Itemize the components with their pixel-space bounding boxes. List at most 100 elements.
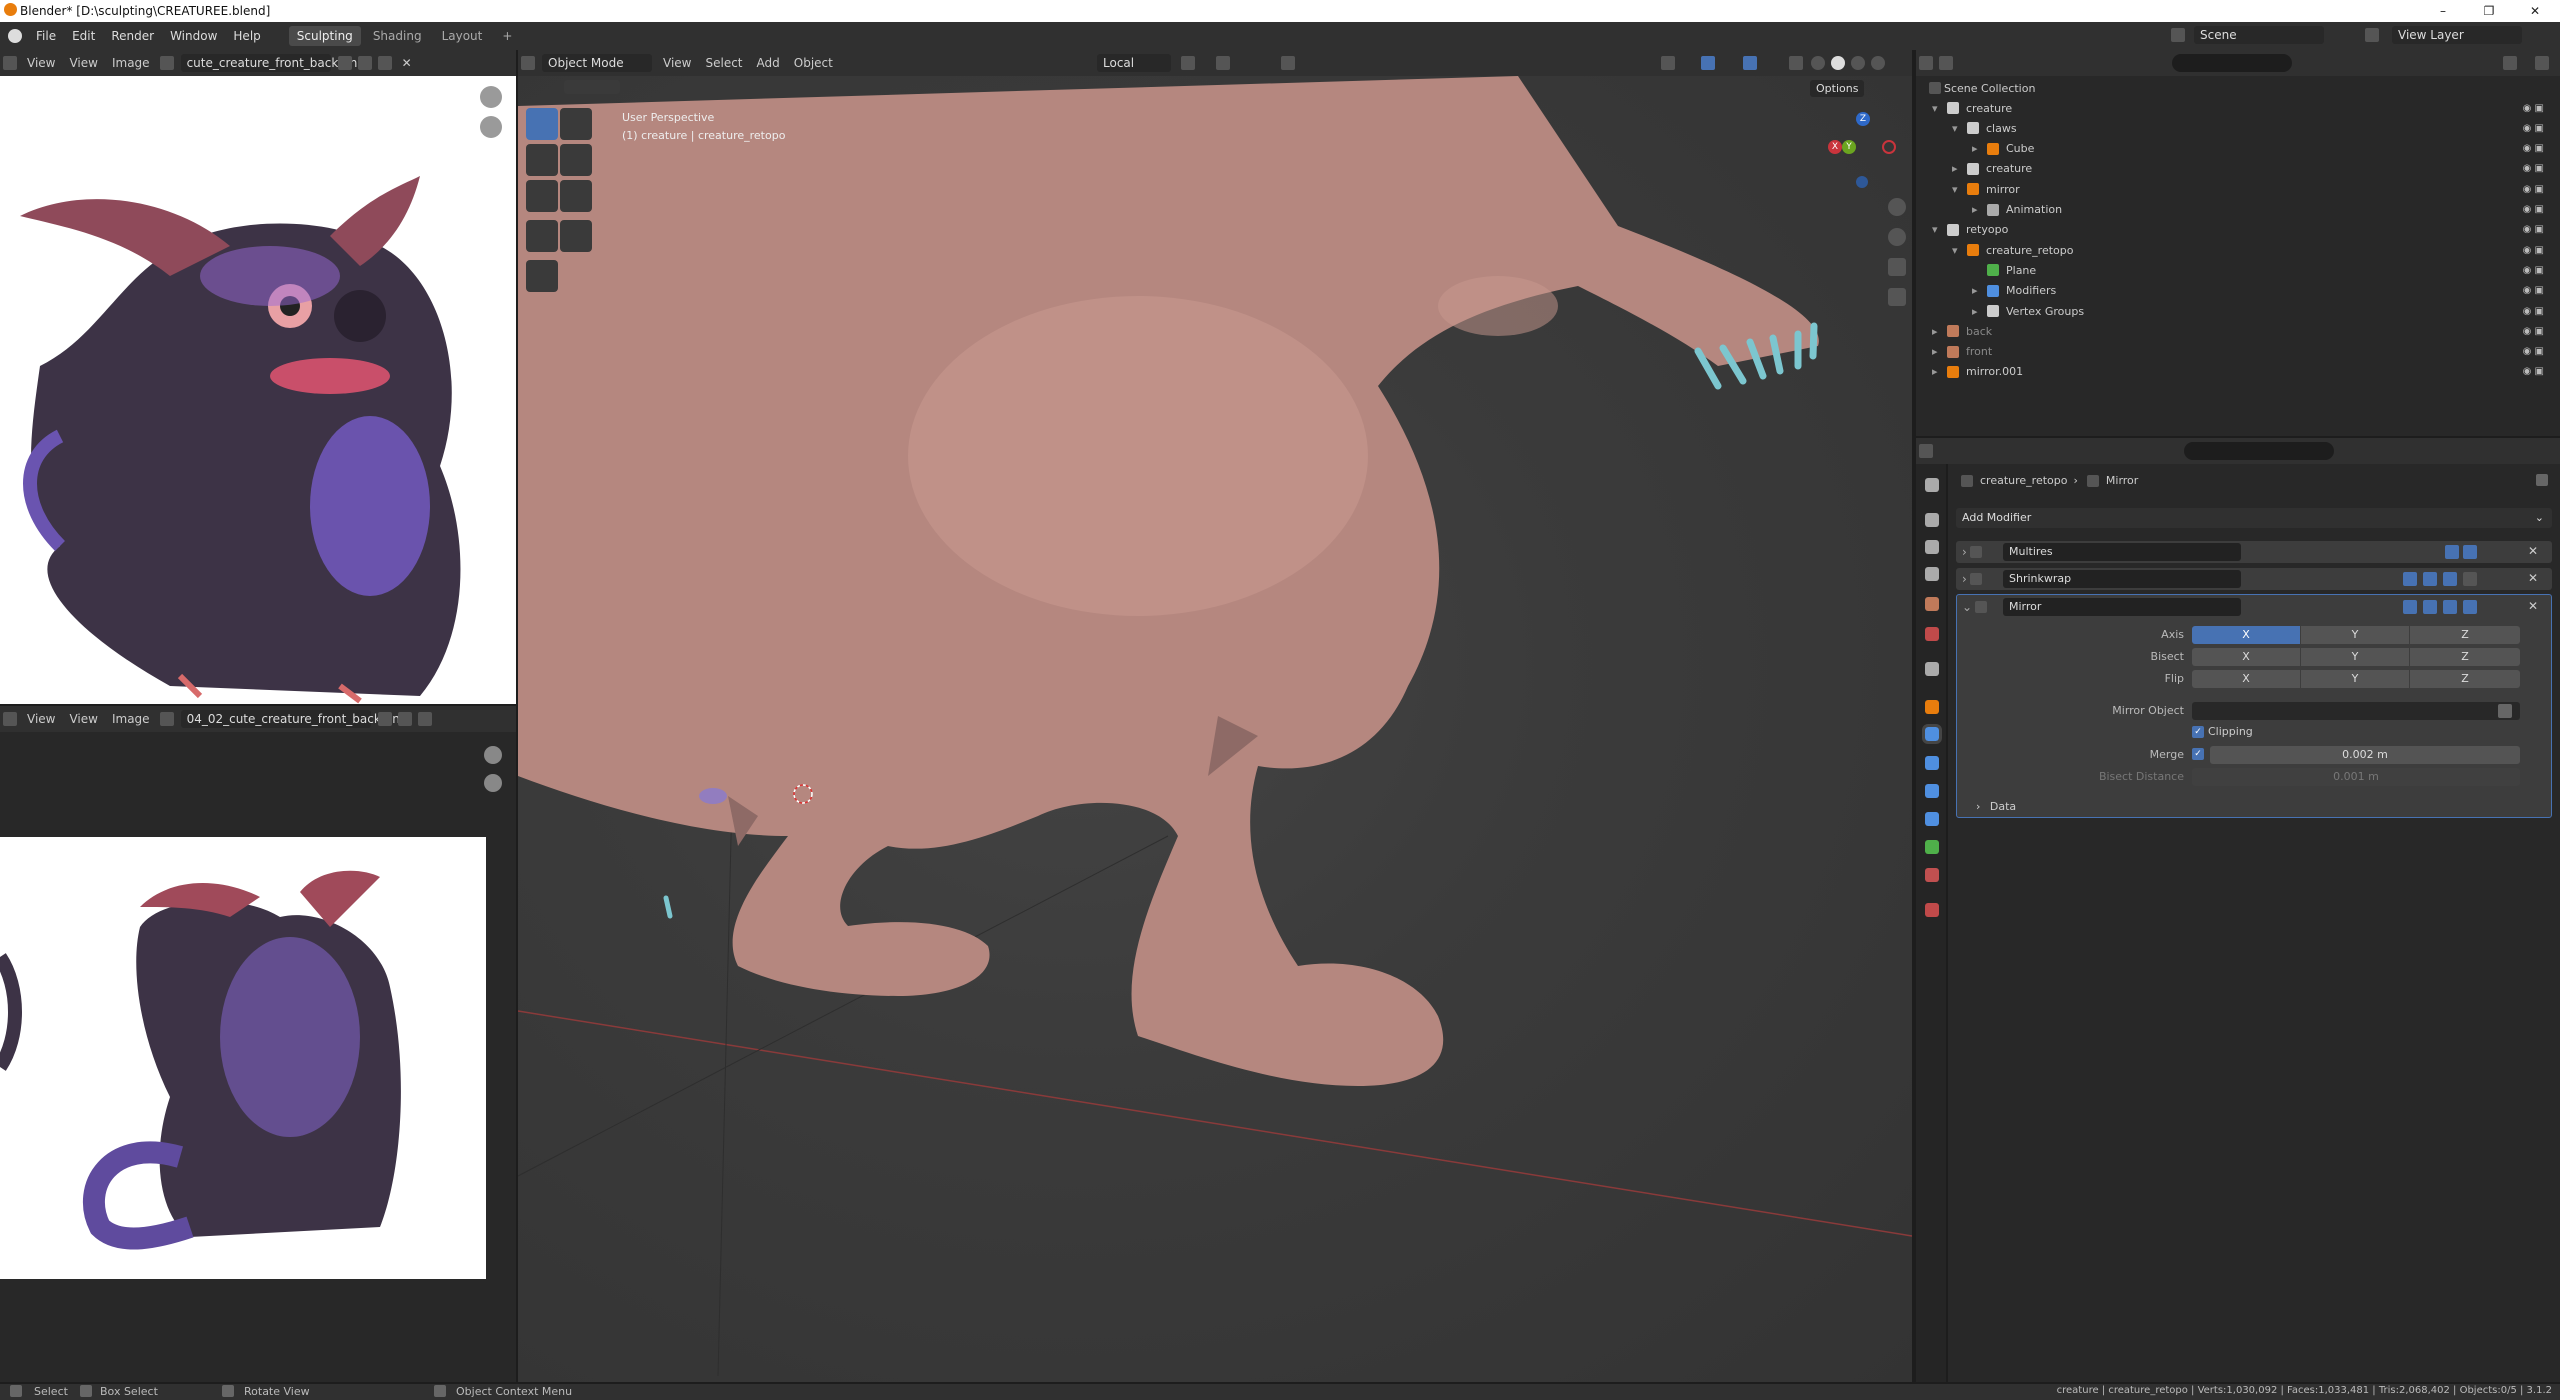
show-viewport-icon[interactable]: [2445, 545, 2459, 559]
visibility-toggle-icon[interactable]: ◉ ▣: [2523, 326, 2544, 337]
output-tab-icon[interactable]: [1925, 540, 1939, 554]
duplicate-icon[interactable]: [357, 56, 372, 70]
expand-icon[interactable]: ›: [1962, 545, 1967, 559]
outliner-row[interactable]: Plane ◉ ▣: [1972, 260, 2552, 280]
display-mode-icon[interactable]: [1939, 56, 1953, 70]
expand-arrow-icon[interactable]: ▸: [1932, 345, 1944, 358]
image-view-dropdown[interactable]: View: [20, 712, 62, 726]
rotate-tool-button[interactable]: [560, 144, 592, 176]
shield-icon[interactable]: [377, 712, 392, 726]
snap-icon[interactable]: [1216, 56, 1230, 70]
expand-arrow-icon[interactable]: ▾: [1952, 183, 1964, 196]
scene-selector[interactable]: Scene: [2194, 26, 2324, 44]
visibility-toggle-icon[interactable]: ◉ ▣: [2523, 184, 2544, 195]
object-tab-icon[interactable]: [1925, 700, 1939, 714]
gizmo-y-axis[interactable]: Y: [1842, 140, 1856, 154]
gizmo-neg-x[interactable]: [1882, 140, 1896, 154]
axis-x-toggle[interactable]: X: [2192, 626, 2300, 644]
outliner-row[interactable]: ▾ retyopo ◉ ▣: [1932, 220, 2552, 240]
remove-modifier-icon[interactable]: ✕: [2528, 571, 2538, 585]
expand-arrow-icon[interactable]: ▸: [1972, 203, 1984, 216]
physics-tab-icon[interactable]: [1925, 784, 1939, 798]
flip-x-toggle[interactable]: X: [2192, 670, 2300, 688]
menu-file[interactable]: File: [28, 29, 64, 43]
menu-window[interactable]: Window: [162, 29, 225, 43]
tab-sculpting[interactable]: Sculpting: [288, 26, 361, 46]
clipping-checkbox[interactable]: ✓: [2192, 726, 2204, 738]
visibility-toggle-icon[interactable]: ◉ ▣: [2523, 306, 2544, 317]
close-button[interactable]: ✕: [2512, 0, 2558, 22]
outliner-row[interactable]: ▸ Cube ◉ ▣: [1972, 139, 2552, 159]
add-modifier-button[interactable]: Add Modifier ⌄: [1956, 508, 2552, 528]
on-cage-icon[interactable]: [2403, 572, 2417, 586]
expand-arrow-icon[interactable]: ▸: [1932, 325, 1944, 338]
visibility-toggle-icon[interactable]: ◉ ▣: [2523, 224, 2544, 235]
visibility-toggle-icon[interactable]: ◉ ▣: [2523, 143, 2544, 154]
gizmo-toggle-icon[interactable]: [1701, 56, 1715, 70]
edit-mode-icon[interactable]: [2423, 600, 2437, 614]
unlink-image-icon[interactable]: ✕: [395, 56, 419, 70]
expand-arrow-icon[interactable]: ▸: [1972, 305, 1984, 318]
flip-z-toggle[interactable]: Z: [2410, 670, 2520, 688]
hand-pan-icon[interactable]: [484, 774, 502, 792]
visibility-toggle-icon[interactable]: ◉ ▣: [2523, 163, 2544, 174]
remove-modifier-icon[interactable]: ✕: [2528, 599, 2538, 613]
collapse-icon[interactable]: ⌄: [1962, 600, 1972, 614]
on-cage-icon[interactable]: [2403, 600, 2417, 614]
mirror-object-field[interactable]: [2192, 702, 2520, 720]
axis-y-toggle[interactable]: Y: [2301, 626, 2409, 644]
outliner-row[interactable]: ▸ creature ◉ ▣: [1952, 159, 2552, 179]
material-shading-icon[interactable]: [1851, 56, 1865, 70]
image-browse-icon[interactable]: [159, 56, 174, 70]
expand-icon[interactable]: ›: [1962, 572, 1967, 586]
show-render-icon[interactable]: [2463, 572, 2477, 586]
viewport-3d[interactable]: User Perspective (1) creature | creature…: [518, 76, 1912, 1382]
expand-arrow-icon[interactable]: ▸: [1952, 162, 1964, 175]
tool-tab-icon[interactable]: [1925, 478, 1939, 492]
visibility-toggle-icon[interactable]: ◉ ▣: [2523, 245, 2544, 256]
viewport-menu-select[interactable]: Select: [698, 56, 749, 70]
properties-search-input[interactable]: [2184, 442, 2334, 460]
transform-tool-button[interactable]: [560, 180, 592, 212]
edit-mode-icon[interactable]: [2423, 572, 2437, 586]
editor-type-icon[interactable]: [3, 56, 17, 70]
eyedropper-icon[interactable]: [2498, 704, 2512, 718]
modifier-shrinkwrap[interactable]: › Shrinkwrap ✕: [1956, 568, 2552, 590]
show-render-icon[interactable]: [2463, 545, 2477, 559]
outliner-row[interactable]: ▾ creature ◉ ▣: [1932, 98, 2552, 118]
bisect-x-toggle[interactable]: X: [2192, 648, 2300, 666]
menu-help[interactable]: Help: [225, 29, 268, 43]
scene-tab-icon[interactable]: [1925, 597, 1939, 611]
collection-tab-icon[interactable]: [1925, 662, 1939, 676]
filter-icon[interactable]: [2503, 56, 2517, 70]
zoom-icon[interactable]: [1888, 198, 1906, 216]
image-view-dropdown[interactable]: View: [20, 56, 62, 70]
axis-z-toggle[interactable]: Z: [2410, 626, 2520, 644]
folder-icon[interactable]: [377, 56, 392, 70]
object-mode-dropdown[interactable]: Object Mode: [542, 54, 652, 72]
editor-type-icon[interactable]: [521, 56, 535, 70]
modifier-tab-icon[interactable]: [1922, 724, 1942, 744]
annotate-tool-button[interactable]: [526, 220, 558, 252]
image-view-menu[interactable]: View: [62, 56, 104, 70]
expand-arrow-icon[interactable]: ▾: [1932, 223, 1944, 236]
bisect-z-toggle[interactable]: Z: [2410, 648, 2520, 666]
outliner-row[interactable]: ▸ Modifiers ◉ ▣: [1972, 281, 2552, 301]
hand-pan-icon[interactable]: [1888, 228, 1906, 246]
expand-arrow-icon[interactable]: ▸: [1972, 284, 1984, 297]
image-editor-bottom-canvas[interactable]: [0, 732, 516, 1382]
visibility-toggle-icon[interactable]: ◉ ▣: [2523, 103, 2544, 114]
visibility-toggle-icon[interactable]: ◉ ▣: [2523, 123, 2544, 134]
visibility-toggle-icon[interactable]: ◉ ▣: [2523, 285, 2544, 296]
visibility-toggle-icon[interactable]: ◉ ▣: [2523, 265, 2544, 276]
add-workspace-button[interactable]: +: [494, 26, 520, 46]
select-mode-icons[interactable]: [564, 80, 620, 94]
outliner-row[interactable]: ▸ Animation ◉ ▣: [1972, 200, 2552, 220]
outliner-row[interactable]: ▾ creature_retopo ◉ ▣: [1952, 240, 2552, 260]
pin-icon[interactable]: [2536, 474, 2548, 486]
outliner-scene-collection[interactable]: Scene Collection: [1926, 78, 2035, 98]
expand-arrow-icon[interactable]: ▾: [1932, 102, 1944, 115]
options-dropdown[interactable]: Options: [1810, 80, 1864, 97]
expand-arrow-icon[interactable]: ▸: [1972, 142, 1984, 155]
flip-y-toggle[interactable]: Y: [2301, 670, 2409, 688]
